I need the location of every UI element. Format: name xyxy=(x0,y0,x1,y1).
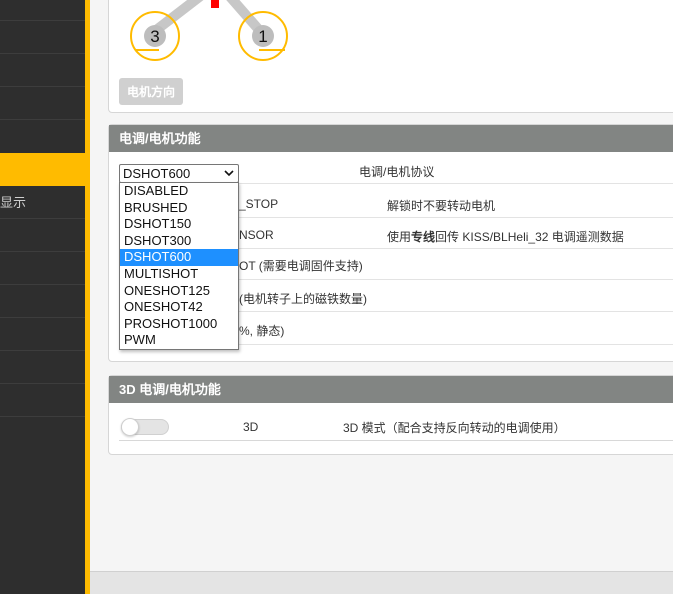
motor-direction-button[interactable]: 电机方向 xyxy=(119,78,184,105)
footer-bar xyxy=(90,571,673,594)
motor-3-label: 3 xyxy=(150,27,159,46)
3d-mode-row: 3D 3D 模式（配合支持反向转动的电调使用） xyxy=(119,412,673,441)
protocol-option-multishot[interactable]: MULTISHOT xyxy=(120,266,238,283)
sidebar-item[interactable] xyxy=(0,384,85,417)
motor-1-label: 1 xyxy=(258,27,267,46)
feature-name: _STOP xyxy=(239,197,279,211)
protocol-select-value: DSHOT600 xyxy=(123,166,191,181)
sidebar-item-display[interactable]: 显示 xyxy=(0,186,85,219)
sidebar-item[interactable] xyxy=(0,54,85,87)
sidebar-item[interactable] xyxy=(0,21,85,54)
panel-title: 3D 电调/电机功能 xyxy=(109,376,673,403)
sidebar-item[interactable] xyxy=(0,351,85,384)
sidebar-item[interactable] xyxy=(0,219,85,252)
feature-description: 解锁时不要转动电机 xyxy=(387,199,496,213)
protocol-option-disabled[interactable]: DISABLED xyxy=(120,183,238,200)
protocol-option-oneshot42[interactable]: ONESHOT42 xyxy=(120,299,238,316)
3d-label: 3D xyxy=(243,420,259,434)
motor-diagram: 3 1 xyxy=(130,0,288,61)
panel-title: 电调/电机功能 xyxy=(109,125,673,152)
sidebar-item[interactable] xyxy=(0,252,85,285)
protocol-option-proshot1000[interactable]: PROSHOT1000 xyxy=(120,316,238,333)
sidebar-item-label: 显示 xyxy=(0,195,27,210)
feature-description: 使用专线回传 KISS/BLHeli_32 电调遥测数据 xyxy=(387,230,624,244)
sidebar-item[interactable] xyxy=(0,0,85,21)
protocol-option-dshot300[interactable]: DSHOT300 xyxy=(120,233,238,250)
protocol-option-pwm[interactable]: PWM xyxy=(120,332,238,349)
3d-description: 3D 模式（配合支持反向转动的电调使用） xyxy=(343,421,566,435)
sidebar-item[interactable] xyxy=(0,318,85,351)
feature-name: (电机转子上的磁铁数量) xyxy=(239,292,367,306)
sidebar-item[interactable] xyxy=(0,87,85,120)
protocol-select[interactable]: DSHOT600 xyxy=(119,164,239,183)
protocol-option-oneshot125[interactable]: ONESHOT125 xyxy=(120,283,238,300)
motor-arm xyxy=(151,0,204,35)
3d-esc-motor-features-panel: 3D 电调/电机功能 3D 3D 模式（配合支持反向转动的电调使用） xyxy=(108,375,673,455)
feature-name: OT (需要电调固件支持) xyxy=(239,259,363,273)
protocol-label: 电调/电机协议 xyxy=(359,165,435,179)
sidebar-item-active[interactable] xyxy=(0,153,85,186)
direction-marker xyxy=(211,0,219,8)
sidebar: 显示 xyxy=(0,0,85,594)
feature-name: %, 静态) xyxy=(239,324,285,338)
protocol-option-dshot600[interactable]: DSHOT600 xyxy=(120,249,238,266)
chevron-down-icon xyxy=(224,170,234,177)
protocol-dropdown-list[interactable]: DISABLED BRUSHED DSHOT150 DSHOT300 DSHOT600 M… xyxy=(119,182,239,350)
protocol-option-dshot150[interactable]: DSHOT150 xyxy=(120,216,238,233)
feature-name: NSOR xyxy=(239,228,274,242)
protocol-option-brushed[interactable]: BRUSHED xyxy=(120,200,238,217)
sidebar-item[interactable] xyxy=(0,285,85,318)
motor-diagram-panel: 3 1 电机方向 xyxy=(108,0,673,113)
3d-mode-toggle[interactable] xyxy=(121,418,169,436)
toggle-knob xyxy=(121,418,139,436)
motor-arm xyxy=(226,0,264,35)
